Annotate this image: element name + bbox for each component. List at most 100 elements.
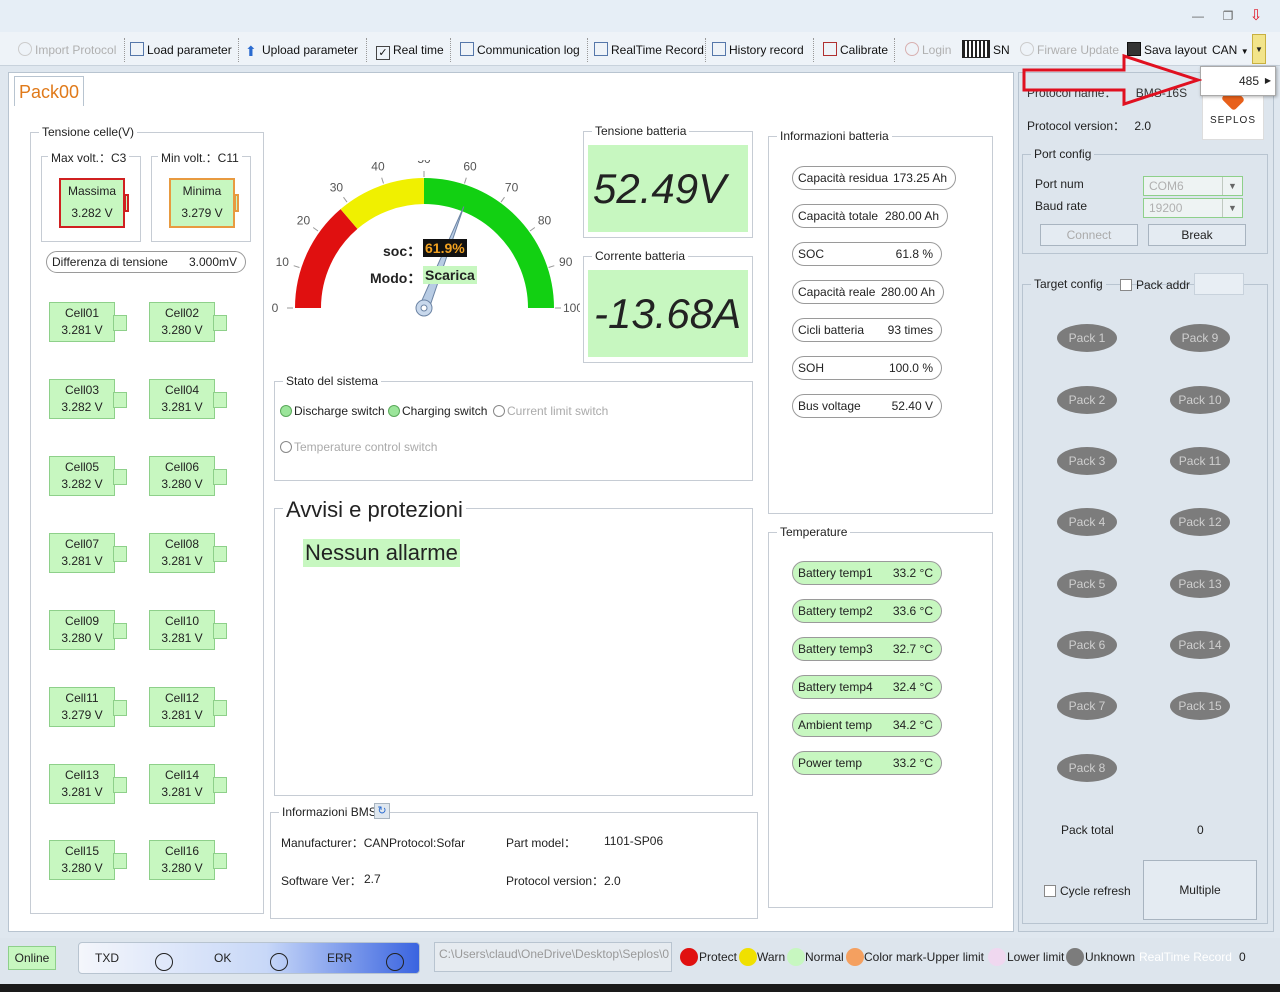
unknown-color-icon [1066,948,1084,966]
real-time-button[interactable]: ✓ Real time [376,40,444,60]
soc-label: soc： [383,243,422,259]
pack-addr-checkbox[interactable]: Pack addr [1120,278,1190,292]
import-protocol-button[interactable]: Import Protocol [18,40,116,60]
pack-2-button[interactable]: Pack 2 [1057,386,1117,414]
gauge-tick-mark [548,265,555,268]
log-icon [460,42,474,56]
pack-total-value: 0 [1197,823,1204,837]
software-version-label: Software Ver： [281,874,362,888]
group-title: Tensione celle(V) [39,125,138,139]
login-button[interactable]: Login [905,40,951,60]
ok-led-icon [270,953,288,971]
tab-pack00[interactable]: Pack00 [14,76,84,106]
mode-value: Scarica [423,266,477,284]
legend-lower-limit: Lower limit [1007,950,1065,964]
gauge-red-arc [295,209,358,309]
pack-7-button[interactable]: Pack 7 [1057,692,1117,720]
cell-15: Cell15 3.280 V [49,840,127,880]
cell-09: Cell09 3.280 V [49,610,127,650]
gauge-tick-label: 100 [563,301,580,315]
max-cell-terminal [124,194,129,212]
baud-rate-select[interactable]: 19200 ▼ [1143,198,1243,218]
min-cell-terminal [234,194,239,212]
chevron-down-icon: ▼ [1222,177,1242,195]
pack-5-button[interactable]: Pack 5 [1057,570,1117,598]
info-bus-voltage: Bus voltage 52.40 V [792,394,942,418]
txd-led-icon [155,953,173,971]
cell-06: Cell06 3.280 V [149,456,227,496]
info-soh: SOH 100.0 % [792,356,942,380]
minimize-button[interactable]: — [1190,8,1206,24]
sn-button[interactable]: SN [962,40,1010,60]
restore-button[interactable]: ❐ [1220,8,1236,24]
legend-normal: Normal [805,950,844,964]
cell-04: Cell04 3.281 V [149,379,227,419]
traffic-indicator: TXD OK ERR [78,942,420,974]
gauge-needle-pointer [418,206,465,311]
info-capacita-residua: Capacità residua 173.25 Ah [792,166,956,190]
gauge-tick-label: 90 [559,255,573,269]
load-parameter-button[interactable]: Load parameter [130,40,232,60]
cell-05: Cell05 3.282 V [49,456,127,496]
cell-03: Cell03 3.282 V [49,379,127,419]
status-dot-icon [388,405,400,417]
pack-9-button[interactable]: Pack 9 [1170,324,1230,352]
software-version-value: 2.7 [364,872,381,886]
status-dot-icon [280,405,292,417]
gauge-needle [415,206,465,317]
gauge-tick-mark [500,196,505,203]
max-cell-indicator: Massima 3.282 V [59,178,125,228]
pack-15-button[interactable]: Pack 15 [1170,692,1230,720]
protocol-select[interactable]: CAN ▼ [1212,40,1249,60]
user-icon [905,42,919,56]
multiple-button[interactable]: Multiple [1143,860,1257,920]
dropdown-toggle-button[interactable]: ▼ [1252,34,1266,64]
calibrate-button[interactable]: Calibrate [823,40,888,60]
cell-08: Cell08 3.281 V [149,533,227,573]
status-dot-icon [493,405,505,417]
pack-12-button[interactable]: Pack 12 [1170,508,1230,536]
discharge-switch: Discharge switch [280,404,385,418]
status-dot-icon [280,441,292,453]
barcode-icon [962,40,990,58]
temp-battery-1: Battery temp1 33.2 °C [792,561,942,585]
close-icon[interactable]: ⇩ [1248,8,1264,24]
pack-total-label: Pack total [1061,823,1114,837]
battery-voltage-value: 52.49V [588,145,748,232]
pack-1-button[interactable]: Pack 1 [1057,324,1117,352]
connect-button[interactable]: Connect [1040,224,1138,246]
gauge-tick-label: 20 [297,213,311,227]
break-button[interactable]: Break [1148,224,1246,246]
refresh-icon[interactable]: ↻ [374,803,390,819]
pack-10-button[interactable]: Pack 10 [1170,386,1230,414]
dropdown-option-485[interactable]: 485 [1239,74,1259,88]
info-capacita-reale: Capacità reale 280.00 Ah [792,280,944,304]
info-cicli-batteria: Cicli batteria 93 times [792,318,942,342]
pack-8-button[interactable]: Pack 8 [1057,754,1117,782]
gauge-tick-label: 10 [276,255,290,269]
pack-11-button[interactable]: Pack 11 [1170,447,1230,475]
mode-label: Modo： [370,270,422,286]
err-led-icon [386,953,404,971]
upload-parameter-button[interactable]: ⬆ Upload parameter [245,40,358,60]
pack-6-button[interactable]: Pack 6 [1057,631,1117,659]
communication-log-button[interactable]: Communication log [460,40,580,60]
legend-protect: Protect [699,950,738,964]
part-model-label: Part model： [506,836,577,850]
realtime-record-button[interactable]: RealTime Record [594,40,704,60]
record-count: 0 [1239,950,1246,964]
temp-battery-2: Battery temp2 33.6 °C [792,599,942,623]
gauge-tick-mark [293,265,300,268]
protocol-dropdown-menu: 485 ▶ [1200,66,1276,96]
pack-3-button[interactable]: Pack 3 [1057,447,1117,475]
temp-battery-4: Battery temp4 32.4 °C [792,675,942,699]
pack-14-button[interactable]: Pack 14 [1170,631,1230,659]
history-record-button[interactable]: History record [712,40,804,60]
pack-addr-input[interactable] [1194,273,1244,295]
pack-4-button[interactable]: Pack 4 [1057,508,1117,536]
pack-13-button[interactable]: Pack 13 [1170,570,1230,598]
protocol-version-right: Protocol version： 2.0 [1027,119,1152,133]
cycle-refresh-checkbox[interactable]: Cycle refresh [1044,884,1131,898]
port-num-select[interactable]: COM6 ▼ [1143,176,1243,196]
record-path-field[interactable]: C:\Users\claud\OneDrive\Desktop\Seplos\0 [434,942,672,972]
